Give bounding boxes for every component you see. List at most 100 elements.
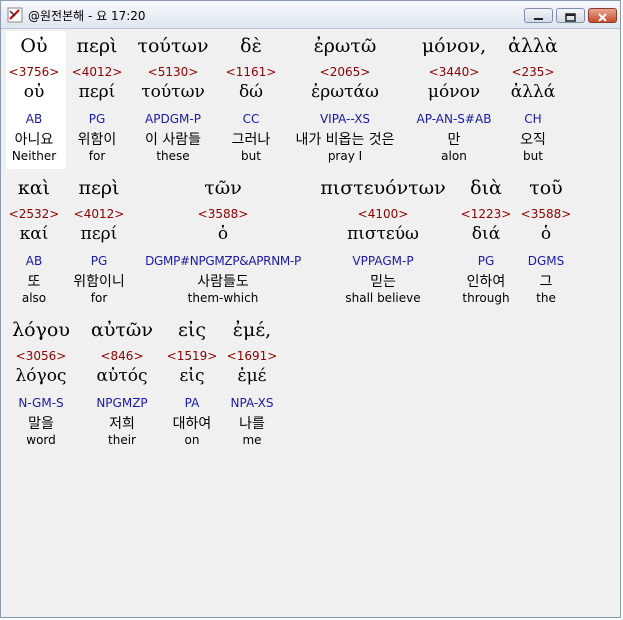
english-gloss: shall believe bbox=[345, 291, 421, 305]
maximize-icon bbox=[565, 13, 576, 22]
morphology: PG bbox=[90, 254, 108, 268]
greek-word: περὶ bbox=[78, 177, 120, 199]
greek-word: καὶ bbox=[17, 177, 51, 199]
english-gloss: for bbox=[90, 291, 108, 305]
lemma: ὁ bbox=[540, 224, 552, 244]
english-gloss: but bbox=[241, 149, 261, 163]
lemma: διά bbox=[471, 224, 501, 244]
korean-gloss: 사람들도 bbox=[197, 274, 249, 290]
greek-word: διὰ bbox=[470, 177, 502, 199]
strong-number: <3588> bbox=[197, 207, 249, 221]
lemma: ἐμέ bbox=[237, 366, 267, 386]
korean-gloss: 그러나 bbox=[231, 132, 271, 148]
greek-word: ἀλλὰ bbox=[508, 35, 558, 57]
korean-gloss: 믿는 bbox=[370, 274, 396, 290]
morphology: NPA-XS bbox=[230, 396, 274, 410]
greek-word: ἐμέ, bbox=[232, 319, 272, 341]
lemma: περί bbox=[78, 82, 116, 102]
korean-gloss: 말을 bbox=[28, 416, 54, 432]
strong-number: <1519> bbox=[166, 349, 218, 363]
strong-number: <4100> bbox=[357, 207, 409, 221]
morphology: PA bbox=[184, 396, 200, 410]
english-gloss: for bbox=[88, 149, 106, 163]
morphology: N-GM-S bbox=[18, 396, 64, 410]
english-gloss: me bbox=[242, 433, 262, 447]
greek-word: ἐρωτῶ bbox=[313, 35, 377, 57]
korean-gloss: 나를 bbox=[239, 416, 265, 432]
greek-word: εἰς bbox=[178, 319, 206, 341]
close-icon bbox=[598, 13, 607, 22]
greek-word: τῶν bbox=[204, 177, 242, 199]
english-gloss: on bbox=[184, 433, 200, 447]
korean-gloss: 오직 bbox=[520, 132, 546, 148]
korean-gloss: 위함이니 bbox=[73, 274, 125, 290]
lemma: δώ bbox=[238, 82, 264, 102]
strong-number: <1223> bbox=[460, 207, 512, 221]
strong-number: <235> bbox=[511, 65, 555, 79]
lemma: ὁ bbox=[217, 224, 229, 244]
english-gloss: these bbox=[156, 149, 190, 163]
morphology: VIPA--XS bbox=[319, 112, 371, 126]
greek-word: περὶ bbox=[76, 35, 118, 57]
lemma: καί bbox=[19, 224, 49, 244]
morphology: AP-AN-S#AB bbox=[416, 112, 492, 126]
korean-gloss: 저희 bbox=[109, 416, 135, 432]
english-gloss: but bbox=[523, 149, 543, 163]
english-gloss: pray I bbox=[327, 149, 363, 163]
korean-gloss: 인하여 bbox=[466, 274, 506, 290]
korean-gloss: 아니요 bbox=[14, 132, 54, 148]
lemma: πιστεύω bbox=[347, 224, 419, 244]
morphology: AB bbox=[25, 112, 43, 126]
lemma: ἐρωτάω bbox=[311, 82, 379, 102]
english-gloss: their bbox=[108, 433, 136, 447]
korean-gloss: 대하여 bbox=[172, 416, 212, 432]
lemma: αὐτός bbox=[96, 366, 148, 386]
lemma: εἰς bbox=[179, 366, 205, 386]
morphology: PG bbox=[477, 254, 495, 268]
english-gloss: Neither bbox=[11, 149, 57, 163]
lemma: λόγος bbox=[15, 366, 67, 386]
english-gloss: also bbox=[21, 291, 47, 305]
greek-word: πιστευόντων bbox=[320, 177, 446, 199]
strong-number: <5130> bbox=[147, 65, 199, 79]
app-icon bbox=[7, 7, 23, 23]
morphology: CH bbox=[524, 112, 542, 126]
strong-number: <3756> bbox=[8, 65, 60, 79]
app-window: @원전본해 - 요 17:20 Οὐ <3756> οὐ AB 아니요 Neit… bbox=[0, 0, 621, 618]
close-button[interactable] bbox=[588, 8, 617, 23]
strong-number: <3440> bbox=[428, 65, 480, 79]
greek-word: Οὐ bbox=[20, 35, 48, 57]
strong-number: <2532> bbox=[8, 207, 60, 221]
strong-number: <1161> bbox=[225, 65, 277, 79]
maximize-button[interactable] bbox=[556, 8, 585, 23]
lemma: οὐ bbox=[23, 82, 45, 102]
korean-gloss: 또 bbox=[27, 274, 41, 290]
strong-number: <4012> bbox=[71, 65, 123, 79]
strong-number: <2065> bbox=[319, 65, 371, 79]
morphology: NPGMZP bbox=[96, 396, 148, 410]
lemma: περί bbox=[80, 224, 118, 244]
lemma: τούτων bbox=[141, 82, 205, 102]
morphology: APDGM-P bbox=[145, 112, 201, 126]
greek-word: τοῦ bbox=[529, 177, 563, 199]
strong-number: <3588> bbox=[520, 207, 572, 221]
english-gloss: word bbox=[26, 433, 56, 447]
morphology: DGMP#NPGMZP&APRNM-P bbox=[145, 254, 301, 268]
greek-word: μόνον, bbox=[421, 35, 487, 57]
strong-number: <846> bbox=[100, 349, 144, 363]
morphology: CC bbox=[242, 112, 260, 126]
minimize-button[interactable] bbox=[524, 8, 553, 23]
greek-word: τούτων bbox=[137, 35, 209, 57]
korean-gloss: 그 bbox=[539, 274, 553, 290]
lemma: ἀλλά bbox=[510, 82, 556, 102]
strong-number: <3056> bbox=[15, 349, 67, 363]
strong-number: <1691> bbox=[226, 349, 278, 363]
morphology: VPPAGM-P bbox=[352, 254, 414, 268]
english-gloss: them-which bbox=[187, 291, 259, 305]
minimize-icon bbox=[534, 18, 543, 20]
korean-gloss: 내가 비옵는 것은 bbox=[295, 132, 395, 148]
title-bar[interactable]: @원전본해 - 요 17:20 bbox=[1, 1, 620, 29]
lemma: μόνον bbox=[427, 82, 481, 102]
interlinear-content: Οὐ <3756> οὐ AB 아니요 Neither περὶ <4012> … bbox=[6, 31, 616, 615]
greek-word: αὐτῶν bbox=[91, 319, 153, 341]
